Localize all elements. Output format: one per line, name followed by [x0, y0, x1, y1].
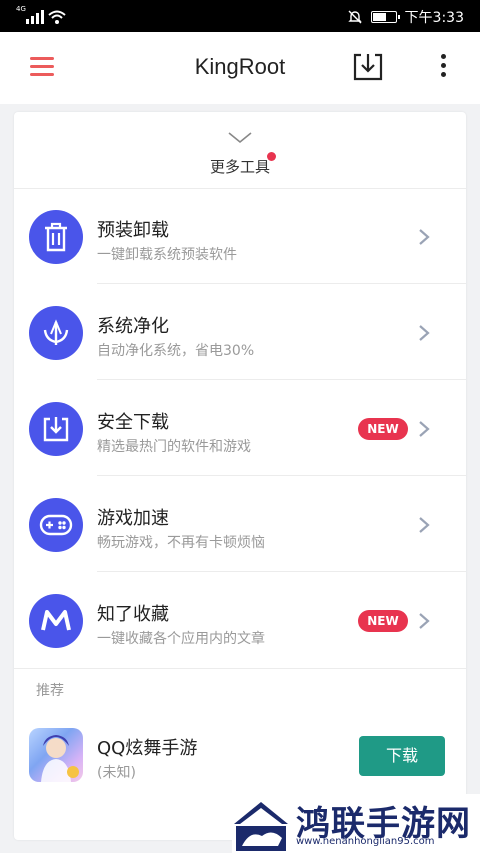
notification-dot	[267, 152, 276, 161]
tools-card: 更多工具 预装卸载 一键卸载系统预装软件 系统净化 自动净化系统，省电30% 安…	[14, 112, 466, 840]
chevron-down-icon	[228, 132, 252, 144]
mute-bell-icon	[347, 10, 362, 24]
tool-title: 知了收藏	[97, 604, 169, 625]
tool-row-safe-download[interactable]: 安全下载 精选最热门的软件和游戏 NEW	[14, 380, 466, 476]
tool-subtitle: 自动净化系统，省电30%	[97, 343, 255, 359]
gamepad-icon	[29, 498, 83, 552]
download-box-icon	[29, 402, 83, 456]
tool-subtitle: 一键收藏各个应用内的文章	[97, 631, 265, 647]
tool-title: 预装卸载	[97, 220, 169, 241]
tool-row-preinstall-uninstall[interactable]: 预装卸载 一键卸载系统预装软件	[14, 188, 466, 284]
new-badge: NEW	[358, 418, 408, 440]
download-button[interactable]: 下载	[359, 736, 445, 776]
tool-row-system-clean[interactable]: 系统净化 自动净化系统，省电30%	[14, 284, 466, 380]
chevron-right-icon	[419, 517, 430, 533]
tool-subtitle: 精选最热门的软件和游戏	[97, 439, 251, 455]
signal-bars-icon	[26, 10, 44, 24]
tool-row-zhiliao-collect[interactable]: 知了收藏 一键收藏各个应用内的文章 NEW	[14, 572, 466, 668]
chevron-right-icon	[419, 229, 430, 245]
chevron-right-icon	[419, 421, 430, 437]
download-manager-icon[interactable]	[352, 52, 384, 82]
watermark-url: www.henanhonglian95.com	[296, 836, 435, 847]
app-size: (未知)	[97, 765, 136, 781]
overflow-menu-button[interactable]	[436, 54, 450, 82]
tool-title: 安全下载	[97, 412, 169, 433]
trash-icon	[29, 210, 83, 264]
wifi-icon	[48, 10, 66, 24]
m-logo-icon	[29, 594, 83, 648]
network-type: 4G	[16, 5, 26, 13]
status-bar: 4G 下午3:33	[0, 0, 480, 32]
more-tools-label: 更多工具	[209, 158, 270, 176]
battery-icon	[370, 11, 400, 23]
app-header: KingRoot	[0, 32, 480, 104]
app-name: QQ炫舞手游	[97, 738, 198, 759]
signal-indicators: 4G	[16, 6, 66, 24]
recommended-app-row[interactable]: QQ炫舞手游 (未知) 下载	[14, 716, 466, 800]
watermark-logo-icon	[234, 802, 288, 851]
app-title: KingRoot	[194, 54, 286, 79]
more-tools-toggle[interactable]: 更多工具	[14, 112, 466, 188]
tool-title: 游戏加速	[97, 508, 169, 529]
recommend-label: 推荐	[36, 683, 64, 699]
new-badge: NEW	[358, 610, 408, 632]
divider	[14, 668, 466, 669]
chevron-right-icon	[419, 325, 430, 341]
tool-title: 系统净化	[97, 316, 169, 337]
status-right: 下午3:33	[347, 7, 464, 27]
watermark: 鸿联手游网 www.henanhonglian95.com	[232, 794, 480, 853]
trident-icon	[29, 306, 83, 360]
tool-subtitle: 畅玩游戏，不再有卡顿烦恼	[97, 535, 265, 551]
clock: 下午3:33	[404, 10, 464, 26]
app-icon	[29, 728, 83, 782]
tool-subtitle: 一键卸载系统预装软件	[97, 247, 237, 263]
chevron-right-icon	[419, 613, 430, 629]
tool-row-game-boost[interactable]: 游戏加速 畅玩游戏，不再有卡顿烦恼	[14, 476, 466, 572]
